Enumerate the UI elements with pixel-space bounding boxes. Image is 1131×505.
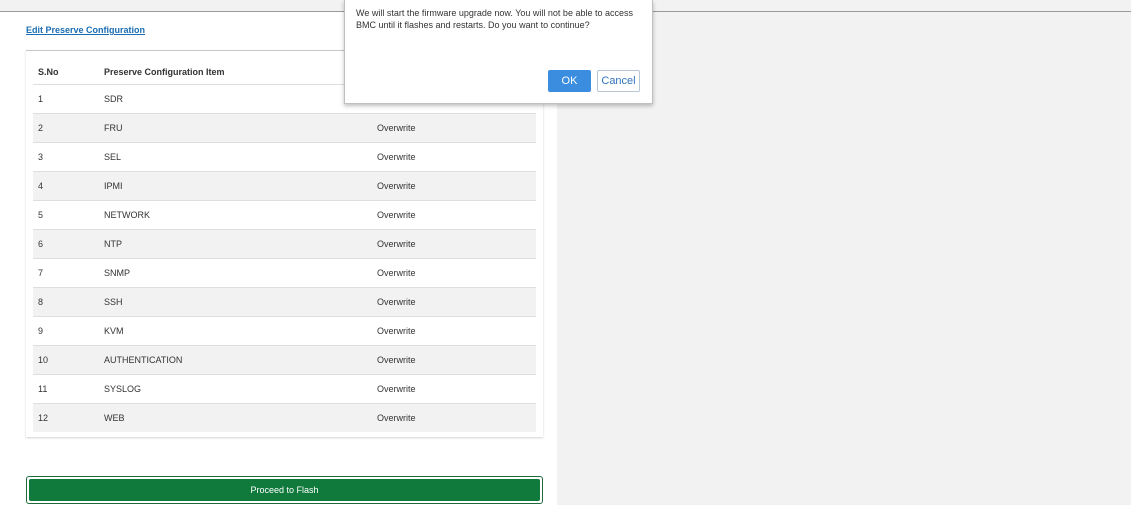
header-preserve-item: Preserve Configuration Item xyxy=(104,67,225,77)
cell-item: KVM xyxy=(104,326,124,336)
cell-item: NTP xyxy=(104,239,122,249)
cancel-button[interactable]: Cancel xyxy=(597,70,640,92)
cell-mode: Overwrite xyxy=(377,152,416,162)
edit-preserve-configuration-link[interactable]: Edit Preserve Configuration xyxy=(26,25,145,35)
cell-mode: Overwrite xyxy=(377,239,416,249)
confirm-dialog: We will start the firmware upgrade now. … xyxy=(344,0,653,104)
cell-sno: 9 xyxy=(38,326,44,336)
cell-item: SYSLOG xyxy=(104,384,142,394)
cell-item: SSH xyxy=(104,297,123,307)
cell-sno: 3 xyxy=(38,152,44,162)
cell-mode: Overwrite xyxy=(377,355,416,365)
proceed-to-flash-frame: Proceed to Flash xyxy=(26,476,543,504)
cell-sno: 12 xyxy=(38,413,49,423)
cell-mode: Overwrite xyxy=(377,413,416,423)
cell-item: SDR xyxy=(104,94,124,104)
cell-sno: 11 xyxy=(38,384,48,394)
table-row: 6 NTP Overwrite xyxy=(33,229,536,258)
table-row: 9 KVM Overwrite xyxy=(33,316,536,345)
table-row: 3 SEL Overwrite xyxy=(33,142,536,171)
cell-item: AUTHENTICATION xyxy=(104,355,183,365)
table-row: 2 FRU Overwrite xyxy=(33,113,536,142)
cell-item: SEL xyxy=(104,152,122,162)
cell-sno: 4 xyxy=(38,181,44,191)
cell-item: IPMI xyxy=(104,181,123,191)
table-row: 10 AUTHENTICATION Overwrite xyxy=(33,345,536,374)
table-body: 1 SDR 2 FRU Overwrite 3 SEL Overwrite 4 IPMI Overw… xyxy=(33,84,536,432)
header-sno: S.No xyxy=(38,67,59,77)
cell-mode: Overwrite xyxy=(377,326,416,336)
cell-mode: Overwrite xyxy=(377,268,416,278)
table-row: 4 IPMI Overwrite xyxy=(33,171,536,200)
cell-sno: 10 xyxy=(38,355,49,365)
proceed-to-flash-button[interactable]: Proceed to Flash xyxy=(29,479,540,501)
cell-sno: 1 xyxy=(38,94,44,104)
cell-sno: 5 xyxy=(38,210,44,220)
cell-sno: 6 xyxy=(38,239,44,249)
preserve-configuration-table: S.No Preserve Configuration Item 1 SDR 2 FR… xyxy=(26,50,543,437)
table-row: 12 WEB Overwrite xyxy=(33,403,536,432)
cell-item: NETWORK xyxy=(104,210,150,220)
cell-mode: Overwrite xyxy=(377,297,416,307)
cell-mode: Overwrite xyxy=(377,123,416,133)
table-row: 8 SSH Overwrite xyxy=(33,287,536,316)
confirm-message: We will start the firmware upgrade now. … xyxy=(356,8,633,30)
table-row: 5 NETWORK Overwrite xyxy=(33,200,536,229)
cell-mode: Overwrite xyxy=(377,181,416,191)
cell-item: WEB xyxy=(104,413,125,423)
cell-sno: 7 xyxy=(38,268,44,278)
cell-mode: Overwrite xyxy=(377,210,416,220)
table-row: 7 SNMP Overwrite xyxy=(33,258,536,287)
cell-item: SNMP xyxy=(104,268,131,278)
cell-sno: 2 xyxy=(38,123,44,133)
ok-button[interactable]: OK xyxy=(548,70,591,92)
cell-mode: Overwrite xyxy=(377,384,416,394)
table-row: 11 SYSLOG Overwrite xyxy=(33,374,536,403)
cell-sno: 8 xyxy=(38,297,44,307)
cell-item: FRU xyxy=(104,123,123,133)
